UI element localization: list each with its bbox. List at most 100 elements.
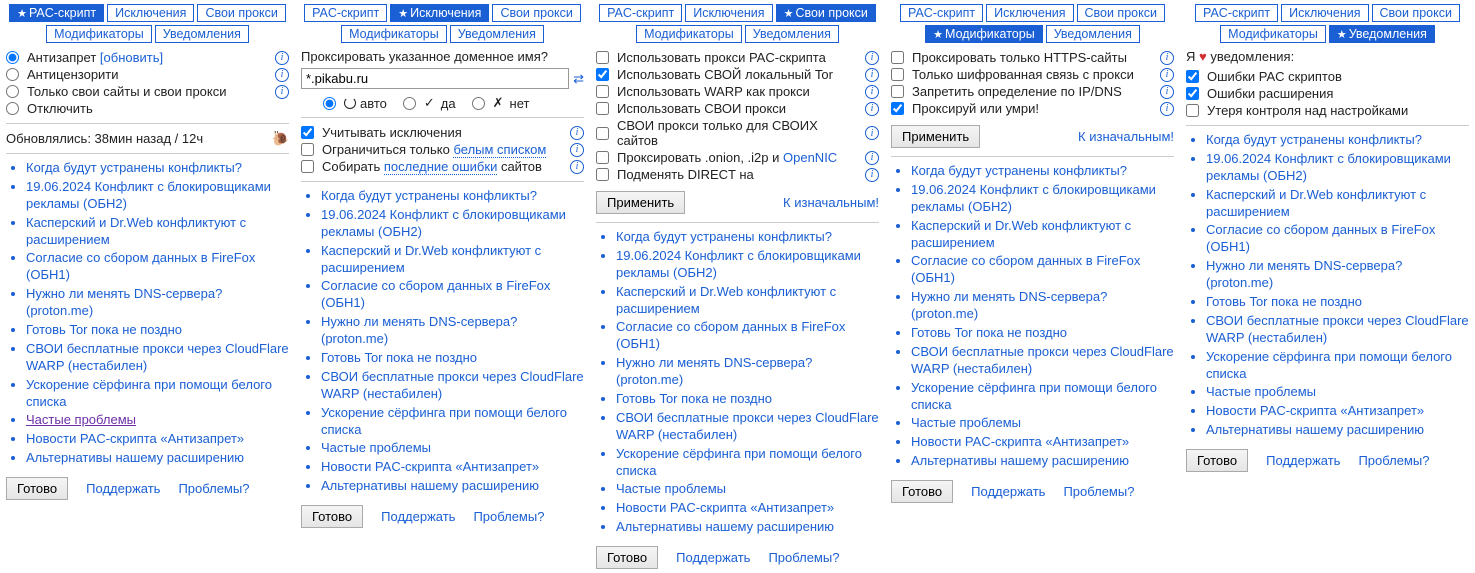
problems-link[interactable]: Проблемы? — [1358, 453, 1429, 468]
support-link[interactable]: Поддержать — [971, 484, 1045, 499]
label-proxy-or-die[interactable]: Проксируй или умри! — [912, 101, 1156, 116]
faq-link[interactable]: 19.06.2024 Конфликт с блокировщиками рек… — [616, 248, 861, 280]
tab-notif[interactable]: Уведомления — [450, 25, 544, 43]
faq-link[interactable]: Согласие со сбором данных в FireFox (ОБН… — [321, 278, 550, 310]
label-own-proxy[interactable]: Использовать СВОИ прокси — [617, 101, 861, 116]
tab-mods[interactable]: Модификаторы — [1220, 25, 1326, 43]
chk-own-proxy[interactable] — [596, 102, 609, 115]
ready-button[interactable]: Готово — [301, 505, 363, 528]
problems-link[interactable]: Проблемы? — [1063, 484, 1134, 499]
faq-link[interactable]: Частые проблемы — [321, 440, 431, 455]
faq-link[interactable]: Альтернативы нашему расширению — [911, 453, 1129, 468]
reset-link[interactable]: К изначальным! — [783, 195, 879, 210]
info-icon[interactable]: i — [1160, 102, 1174, 116]
tab-mods[interactable]: Модификаторы — [46, 25, 152, 43]
label-encrypted[interactable]: Только шифрованная связь с прокси — [912, 67, 1156, 82]
faq-link[interactable]: Готовь Tor пока не поздно — [616, 391, 772, 406]
chk-use-pac-proxy[interactable] — [596, 51, 609, 64]
tab-notif[interactable]: Уведомления — [1046, 25, 1140, 43]
chk-ext-errors[interactable] — [1186, 87, 1199, 100]
ready-button[interactable]: Готово — [6, 477, 68, 500]
label-own-only[interactable]: СВОИ прокси только для СВОИХ сайтов — [617, 118, 861, 148]
faq-link[interactable]: Ускорение сёрфинга при помощи белого спи… — [321, 405, 567, 437]
chk-warp[interactable] — [596, 85, 609, 98]
ready-button[interactable]: Готово — [596, 546, 658, 569]
problems-link[interactable]: Проблемы? — [768, 550, 839, 565]
faq-link[interactable]: Нужно ли менять DNS-сервера? (proton.me) — [911, 289, 1107, 321]
tab-notif[interactable]: Уведомления — [155, 25, 249, 43]
label-own-tor[interactable]: Использовать СВОЙ локальный Tor — [617, 67, 861, 82]
faq-link[interactable]: Касперский и Dr.Web конфликтуют с расшир… — [321, 243, 541, 275]
ready-button[interactable]: Готово — [1186, 449, 1248, 472]
info-icon[interactable]: i — [1160, 68, 1174, 82]
chk-exceptions[interactable] — [301, 126, 314, 139]
info-icon[interactable]: i — [275, 85, 289, 99]
faq-link[interactable]: 19.06.2024 Конфликт с блокировщиками рек… — [911, 182, 1156, 214]
label-warp[interactable]: Использовать WARP как прокси — [617, 84, 861, 99]
faq-link[interactable]: Когда будут устранены конфликты? — [616, 229, 832, 244]
chk-onion[interactable] — [596, 151, 609, 164]
faq-link[interactable]: 19.06.2024 Конфликт с блокировщиками рек… — [321, 207, 566, 239]
info-icon[interactable]: i — [570, 160, 584, 174]
label-direct[interactable]: Подменять DIRECT на — [617, 167, 861, 182]
radio-own-sites[interactable] — [6, 85, 19, 98]
tab-exceptions[interactable]: Исключения — [986, 4, 1073, 22]
faq-link[interactable]: Новости PAC-скрипта «Антизапрет» — [911, 434, 1129, 449]
problems-link[interactable]: Проблемы? — [178, 481, 249, 496]
ready-button[interactable]: Готово — [891, 480, 953, 503]
faq-link[interactable]: Частые проблемы — [26, 412, 136, 427]
chk-errors[interactable] — [301, 160, 314, 173]
label-pac-errors[interactable]: Ошибки PAC скриптов — [1207, 69, 1469, 84]
info-icon[interactable]: i — [570, 143, 584, 157]
label-off[interactable]: Отключить — [27, 101, 289, 116]
info-icon[interactable]: i — [865, 126, 879, 140]
faq-link[interactable]: Когда будут устранены конфликты? — [26, 160, 242, 175]
faq-link[interactable]: Когда будут устранены конфликты? — [911, 163, 1127, 178]
faq-link[interactable]: Касперский и Dr.Web конфликтуют с расшир… — [26, 215, 246, 247]
opennic-link[interactable]: OpenNIC — [783, 150, 837, 165]
faq-link[interactable]: Частые проблемы — [616, 481, 726, 496]
faq-link[interactable]: Готовь Tor пока не поздно — [1206, 294, 1362, 309]
faq-link[interactable]: 19.06.2024 Конфликт с блокировщиками рек… — [26, 179, 271, 211]
faq-link[interactable]: Готовь Tor пока не поздно — [26, 322, 182, 337]
info-icon[interactable]: i — [865, 68, 879, 82]
faq-link[interactable]: Альтернативы нашему расширению — [616, 519, 834, 534]
faq-link[interactable]: Ускорение сёрфинга при помощи белого спи… — [616, 446, 862, 478]
update-link[interactable]: [обновить] — [100, 50, 163, 65]
faq-link[interactable]: Готовь Tor пока не поздно — [911, 325, 1067, 340]
radio-off[interactable] — [6, 102, 19, 115]
faq-link[interactable]: Когда будут устранены конфликты? — [1206, 132, 1422, 147]
info-icon[interactable]: i — [865, 151, 879, 165]
faq-link[interactable]: Новости PAC-скрипта «Антизапрет» — [616, 500, 834, 515]
label-https-only[interactable]: Проксировать только HTTPS-сайты — [912, 50, 1156, 65]
info-icon[interactable]: i — [865, 51, 879, 65]
faq-link[interactable]: Нужно ли менять DNS-сервера? (proton.me) — [616, 355, 812, 387]
chk-https-only[interactable] — [891, 51, 904, 64]
tab-pac[interactable]: PAC-скрипт — [900, 4, 983, 22]
tab-pac[interactable]: ★PAC-скрипт — [9, 4, 104, 22]
label-own-sites[interactable]: Только свои сайты и свои прокси — [27, 84, 271, 99]
label-use-pac-proxy[interactable]: Использовать прокси PAC-скрипта — [617, 50, 861, 65]
label-antizapret[interactable]: Антизапрет [обновить] — [27, 50, 271, 65]
support-link[interactable]: Поддержать — [676, 550, 750, 565]
faq-link[interactable]: СВОИ бесплатные прокси через CloudFlare … — [321, 369, 584, 401]
tab-own-proxies[interactable]: Свои прокси — [1077, 4, 1165, 22]
faq-link[interactable]: Согласие со сбором данных в FireFox (ОБН… — [911, 253, 1140, 285]
info-icon[interactable]: i — [865, 168, 879, 182]
swap-icon[interactable]: ⇄ — [573, 71, 584, 87]
faq-link[interactable]: Новости PAC-скрипта «Антизапрет» — [26, 431, 244, 446]
faq-link[interactable]: СВОИ бесплатные прокси через CloudFlare … — [1206, 313, 1469, 345]
reset-link[interactable]: К изначальным! — [1078, 129, 1174, 144]
faq-link[interactable]: Согласие со сбором данных в FireFox (ОБН… — [26, 250, 255, 282]
tab-own-proxies[interactable]: ★Свои прокси — [776, 4, 876, 22]
label-no-ipdns[interactable]: Запретить определение по IP/DNS — [912, 84, 1156, 99]
tab-exceptions[interactable]: ★Исключения — [390, 4, 489, 22]
label-onion[interactable]: Проксировать .onion, .i2p и OpenNIC — [617, 150, 861, 165]
info-icon[interactable]: i — [865, 102, 879, 116]
tab-pac[interactable]: PAC-скрипт — [599, 4, 682, 22]
support-link[interactable]: Поддержать — [86, 481, 160, 496]
chk-encrypted[interactable] — [891, 68, 904, 81]
host-input[interactable] — [301, 68, 569, 89]
radio-antizapret[interactable] — [6, 51, 19, 64]
tab-exceptions[interactable]: Исключения — [1281, 4, 1368, 22]
